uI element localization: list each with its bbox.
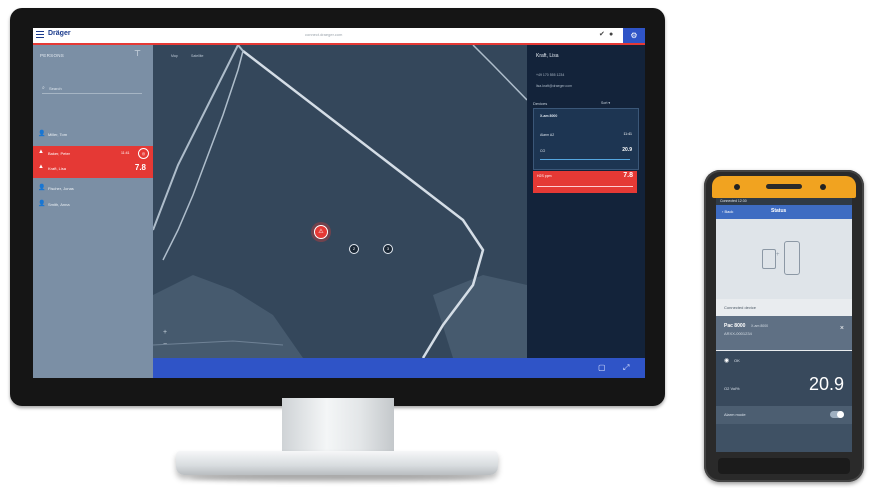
phone-app-header: ‹ Back Status xyxy=(716,205,852,219)
person-icon: 👤 xyxy=(38,185,46,191)
gas-value: 7.8 xyxy=(134,163,146,172)
bottom-toolbar: ▢ ⤢ xyxy=(153,358,645,378)
trend-line xyxy=(537,186,633,187)
person-marker[interactable]: 2 xyxy=(349,244,359,254)
layers-icon[interactable]: ▢ xyxy=(598,363,606,372)
status-text: Connected 12:30 xyxy=(720,199,747,203)
connected-device-card[interactable]: Pac 8000 X-am 8000 ARXX-0001234 × xyxy=(716,316,852,350)
device-card[interactable]: X-am 8000 Alarm A2 11:41 CO 20.9 xyxy=(533,108,639,170)
phone-device-icon xyxy=(784,241,800,275)
person-icon: 👤 xyxy=(38,201,46,207)
sidebar-title: PERSONS xyxy=(40,53,65,58)
alarm-reading-card[interactable]: H2S ppm 7.8 xyxy=(533,171,637,193)
search-input[interactable]: ⌕ Search xyxy=(42,85,142,94)
search-icon: ⌕ xyxy=(42,85,45,91)
map-view[interactable]: Map Satellite ⚠ 2 3 + − xyxy=(153,45,527,358)
phone-rugged-case-bottom xyxy=(718,458,850,474)
alarm-value: 7.8 xyxy=(623,172,633,179)
filter-icon[interactable]: ⊤ xyxy=(134,49,141,58)
settings-button[interactable]: ⚙ xyxy=(623,28,645,43)
close-icon[interactable]: × xyxy=(840,325,844,332)
desktop-screen: Dräger connect.draeger.com ✔ ● ⚙ PERSONS… xyxy=(33,28,645,378)
person-name: Kraft, Lisa xyxy=(536,53,559,59)
device-name: X-am 8000 xyxy=(540,114,558,118)
brand-logo: Dräger xyxy=(48,30,71,37)
person-name: Fischer, Jonas xyxy=(48,186,74,191)
monitor-stand-base xyxy=(176,451,498,475)
alarm-mode-toggle[interactable] xyxy=(830,411,844,418)
zoom-out-button[interactable]: − xyxy=(163,341,167,348)
person-marker[interactable]: 3 xyxy=(383,244,393,254)
devices-heading: Devices xyxy=(533,101,548,106)
map-roads xyxy=(153,45,527,358)
phone-screen: Connected 12:30 ‹ Back Status + Connecte… xyxy=(716,198,852,452)
person-icon: 👤 xyxy=(38,131,46,137)
expand-icon[interactable]: ⤢ xyxy=(623,363,629,373)
zoom-in-button[interactable]: + xyxy=(163,329,167,336)
person-name: Smith, Anna xyxy=(48,202,70,207)
app-topbar: Dräger connect.draeger.com ✔ ● ⚙ xyxy=(33,28,645,45)
connection-illustration: + xyxy=(716,219,852,299)
sidebar-person-item[interactable]: 👤 Smith, Anna xyxy=(33,198,153,210)
plus-icon: + xyxy=(776,252,780,258)
speaker-grille xyxy=(766,184,802,189)
tab-satellite[interactable]: Satellite xyxy=(191,54,203,58)
alarm-label: H2S ppm xyxy=(537,174,552,178)
search-placeholder: Search xyxy=(49,86,62,91)
status-ok-icon: ◉ xyxy=(724,358,730,364)
sidebar-alarm-item[interactable]: ▲ Baker, Peter 11:41 ◎ xyxy=(33,146,153,160)
person-detail-panel: Kraft, Lisa +49 170 555 1234 lisa.kraft@… xyxy=(527,45,645,358)
warning-icon: ▲ xyxy=(38,164,44,170)
monitor-base-shadow xyxy=(190,474,486,482)
back-button[interactable]: ‹ Back xyxy=(722,209,733,214)
reading-time: 11:41 xyxy=(623,132,633,136)
status-text: OK xyxy=(734,358,740,363)
check-icon[interactable]: ✔ xyxy=(599,31,605,39)
monitor-stand-neck xyxy=(282,398,394,454)
gear-icon: ⚙ xyxy=(630,31,638,40)
hamburger-menu-icon[interactable] xyxy=(36,31,44,39)
device-name: Pac 8000 xyxy=(724,323,746,329)
gas-reading: 20.9 xyxy=(808,374,844,394)
screen-title: Status xyxy=(771,208,787,214)
user-icon[interactable]: ● xyxy=(609,31,613,39)
sidebar-alarm-item[interactable]: ▲ Kraft, Lisa 7.8 xyxy=(33,161,153,175)
device-serial: ARXX-0001234 xyxy=(724,331,752,336)
camera-icon xyxy=(734,184,740,190)
person-name: Kraft, Lisa xyxy=(48,166,67,171)
url-text: connect.draeger.com xyxy=(305,32,343,37)
device-subtitle: X-am 8000 xyxy=(751,324,769,328)
sidebar-person-item[interactable]: 👤 Fischer, Jonas xyxy=(33,182,153,194)
persons-sidebar: PERSONS ⊤ ⌕ Search 👤 Miller, Tom ▲ Baker… xyxy=(33,45,153,378)
person-name: Miller, Tom xyxy=(48,132,68,137)
email-address[interactable]: lisa.kraft@draeger.com xyxy=(536,84,572,88)
measurement-panel: ◉ OK O2 Vol% 20.9 xyxy=(716,351,852,406)
alarm-group: ▲ Baker, Peter 11:41 ◎ ▲ Kraft, Lisa 7.8 xyxy=(33,146,153,178)
phone-bottom-area xyxy=(716,424,852,452)
camera-icon xyxy=(820,184,826,190)
phone-number[interactable]: +49 170 555 1234 xyxy=(536,73,564,77)
gas-label: O2 Vol% xyxy=(724,386,740,391)
connection-label: Connected device xyxy=(724,305,757,310)
phone-rugged-case-top xyxy=(712,176,856,198)
sort-dropdown[interactable]: Sort ▾ xyxy=(601,101,610,105)
warning-icon: ▲ xyxy=(38,149,44,155)
alarm-time: 11:41 xyxy=(121,151,130,155)
gas-detector-icon xyxy=(762,249,776,269)
sidebar-person-item[interactable]: 👤 Miller, Tom xyxy=(33,128,153,140)
reading-label: CO xyxy=(540,149,546,153)
phone-status-bar: Connected 12:30 xyxy=(716,198,852,205)
smartphone: Connected 12:30 ‹ Back Status + Connecte… xyxy=(704,170,864,482)
locate-icon[interactable]: ◎ xyxy=(138,148,149,159)
tab-map[interactable]: Map xyxy=(171,54,178,58)
person-name: Baker, Peter xyxy=(48,151,71,156)
reading-value: 20.9 xyxy=(622,147,632,153)
alarm-marker[interactable]: ⚠ xyxy=(314,225,328,239)
alarm-mode-label: Alarm mode xyxy=(724,412,746,417)
reading-label: Alarm A2 xyxy=(540,133,555,137)
trend-line xyxy=(540,159,630,160)
alarm-mode-row[interactable]: Alarm mode xyxy=(716,406,852,424)
